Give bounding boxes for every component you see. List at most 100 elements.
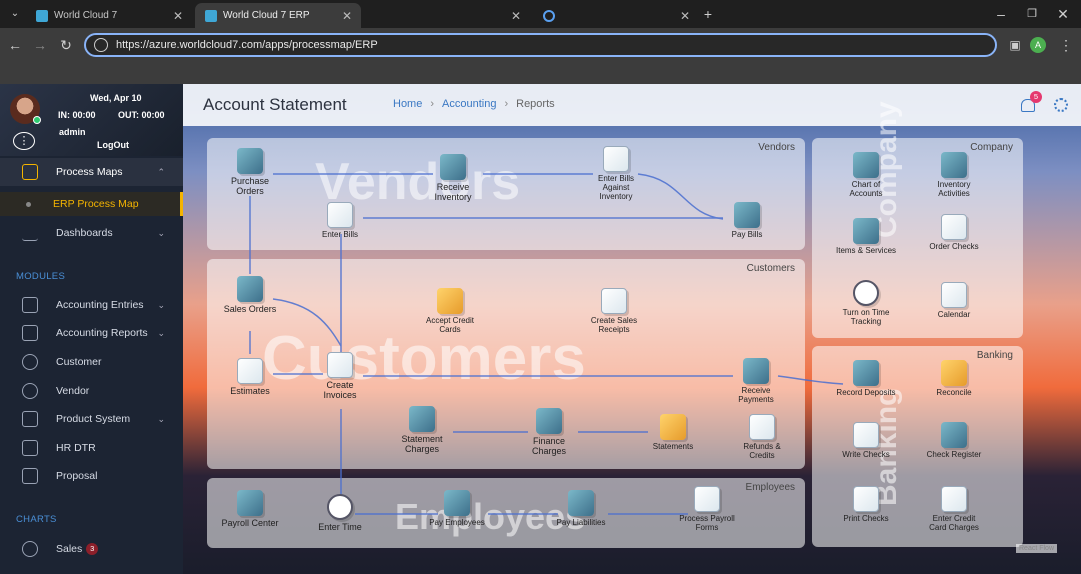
address-bar[interactable] <box>84 33 997 57</box>
node-sales-orders[interactable]: Sales Orders <box>220 276 280 314</box>
sidebar-item-accounting-entries[interactable]: Accounting Entries ⌄ <box>0 291 183 319</box>
node-items-services[interactable]: Items & Services <box>836 218 896 255</box>
node-enter-bills-against-inventory[interactable]: Enter Bills Against Inventory <box>586 146 646 201</box>
new-tab-icon[interactable]: + <box>697 3 719 25</box>
sidebar-item-hr-dtr[interactable]: HR DTR <box>0 434 183 462</box>
minimize-icon[interactable]: – <box>990 3 1012 25</box>
node-statements[interactable]: Statements <box>643 414 703 451</box>
time-card-icon <box>22 440 38 456</box>
node-label: Enter Bills <box>321 230 358 239</box>
node-chart-of-accounts[interactable]: Chart of Accounts <box>836 152 896 198</box>
sidebar-item-label: Process Maps <box>56 166 123 178</box>
node-inventory-activities[interactable]: Inventory Activities <box>924 152 984 198</box>
node-print-checks[interactable]: Print Checks <box>836 486 896 523</box>
node-enter-credit-card-charges[interactable]: Enter Credit Card Charges <box>924 486 984 546</box>
close-icon[interactable]: ✕ <box>339 9 355 23</box>
node-receive-inventory[interactable]: Receive Inventory <box>423 154 483 202</box>
forward-icon[interactable]: → <box>29 34 51 56</box>
back-icon[interactable]: ← <box>4 34 26 56</box>
logout-button[interactable]: LogOut <box>97 140 129 150</box>
node-calendar[interactable]: Calendar <box>924 282 984 319</box>
node-order-checks[interactable]: Order Checks <box>924 214 984 251</box>
browser-tab-1[interactable]: World Cloud 7 ✕ <box>26 3 192 28</box>
inventory-icon <box>941 152 967 178</box>
receipt-icon <box>601 288 627 314</box>
restore-icon[interactable]: ❐ <box>1021 3 1043 25</box>
reload-icon[interactable]: ↻ <box>55 34 77 56</box>
node-label: Receive Payments <box>738 386 774 404</box>
items-services-icon <box>853 218 879 244</box>
node-record-deposits[interactable]: Record Deposits <box>836 360 896 397</box>
sidebar-item-process-maps[interactable]: Process Maps ⌃ <box>0 158 183 186</box>
node-enter-bills[interactable]: Enter Bills <box>310 202 370 239</box>
site-info-icon[interactable] <box>94 38 108 52</box>
url-input[interactable] <box>116 39 916 51</box>
sidebar-item-label: Customer <box>56 356 102 368</box>
node-purchase-orders[interactable]: Purchase Orders <box>220 148 280 196</box>
browser-tab-2[interactable]: World Cloud 7 ERP ✕ <box>195 3 361 28</box>
pay-bills-icon <box>734 202 760 228</box>
close-icon[interactable]: ✕ <box>170 9 186 23</box>
credit-card-charges-icon <box>941 486 967 512</box>
node-label: Items & Services <box>836 246 897 255</box>
node-label: Print Checks <box>843 514 889 523</box>
pie-chart-icon <box>22 541 38 557</box>
refund-icon <box>749 414 775 440</box>
modules-header: MODULES <box>16 271 66 282</box>
node-payroll-center[interactable]: Payroll Center <box>220 490 280 528</box>
close-icon[interactable]: ✕ <box>508 9 524 23</box>
payroll-forms-icon <box>694 486 720 512</box>
node-label: Pay Liabilities <box>556 518 606 527</box>
node-label: Refunds & Credits <box>743 442 781 460</box>
node-write-checks[interactable]: Write Checks <box>836 422 896 459</box>
node-label: Reconcile <box>936 388 972 397</box>
node-turn-on-time-tracking[interactable]: Turn on Time Tracking <box>836 280 896 326</box>
avatar[interactable] <box>10 94 41 124</box>
user-menu-icon[interactable]: ⋮ <box>13 132 35 150</box>
node-pay-bills[interactable]: Pay Bills <box>717 202 777 239</box>
profile-avatar[interactable]: A <box>1030 37 1046 53</box>
node-estimates[interactable]: Estimates <box>220 358 280 396</box>
node-pay-liabilities[interactable]: Pay Liabilities <box>551 490 611 527</box>
side-panel-icon[interactable]: ▣ <box>1004 34 1026 56</box>
node-statement-charges[interactable]: Statement Charges <box>392 406 452 454</box>
node-refunds-credits[interactable]: Refunds & Credits <box>732 414 792 460</box>
tab-title: World Cloud 7 ERP <box>223 10 310 21</box>
node-create-invoices[interactable]: Create Invoices <box>310 352 370 400</box>
payroll-center-icon <box>237 490 263 516</box>
node-receive-payments[interactable]: Receive Payments <box>726 358 786 404</box>
sidebar-item-erp-process-map[interactable]: ERP Process Map <box>0 192 183 216</box>
sidebar-item-vendor[interactable]: Vendor <box>0 377 183 405</box>
browser-tab-4[interactable]: ✕ <box>533 3 699 28</box>
sidebar-item-dashboards[interactable]: Dashboards ⌄ <box>0 219 183 247</box>
node-enter-time[interactable]: Enter Time <box>310 494 370 532</box>
node-process-payroll-forms[interactable]: Process Payroll Forms <box>677 486 737 532</box>
node-create-sales-receipts[interactable]: Create Sales Receipts <box>584 288 644 334</box>
sidebar-item-product-system[interactable]: Product System ⌄ <box>0 405 183 433</box>
react-flow-attribution[interactable]: React Flow <box>1016 544 1058 553</box>
sidebar-item-accounting-reports[interactable]: Accounting Reports ⌄ <box>0 319 183 347</box>
node-check-register[interactable]: Check Register <box>924 422 984 459</box>
close-icon[interactable]: ✕ <box>677 9 693 23</box>
username: admin <box>59 127 86 137</box>
node-reconcile[interactable]: Reconcile <box>924 360 984 397</box>
window-close-icon[interactable]: ✕ <box>1052 3 1074 25</box>
sidebar-item-proposal[interactable]: Proposal <box>0 462 183 490</box>
chevron-down-icon: ⌄ <box>157 227 165 238</box>
node-pay-employees[interactable]: Pay Employees <box>427 490 487 527</box>
sidebar-item-label: Accounting Entries <box>56 299 144 311</box>
browser-tab-3[interactable]: ✕ <box>364 3 530 28</box>
node-finance-charges[interactable]: Finance Charges <box>519 408 579 456</box>
estimate-icon <box>237 358 263 384</box>
node-accept-credit-cards[interactable]: Accept Credit Cards <box>420 288 480 334</box>
browser-menu-icon[interactable]: ⋮ <box>1055 34 1077 56</box>
node-label: Enter Time <box>318 522 362 532</box>
pay-liabilities-icon <box>568 490 594 516</box>
sidebar-item-sales[interactable]: Sales 3 <box>0 535 183 563</box>
node-label: Turn on Time Tracking <box>842 308 890 326</box>
sidebar-item-customer[interactable]: Customer <box>0 348 183 376</box>
sidebar-item-label: Accounting Reports <box>56 327 148 339</box>
check-register-icon <box>941 422 967 448</box>
tab-search-chevron-icon[interactable]: ⌄ <box>4 3 26 25</box>
node-label: Process Payroll Forms <box>679 514 735 532</box>
